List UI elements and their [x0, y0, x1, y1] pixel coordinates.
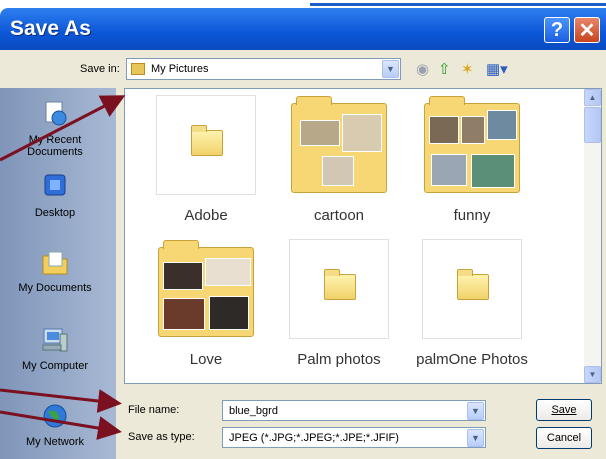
arrow-to-file-pane — [0, 95, 126, 162]
annotation-arrows — [0, 95, 126, 440]
arrow-to-save-type — [0, 410, 122, 440]
arrow-to-file-name — [0, 388, 122, 413]
